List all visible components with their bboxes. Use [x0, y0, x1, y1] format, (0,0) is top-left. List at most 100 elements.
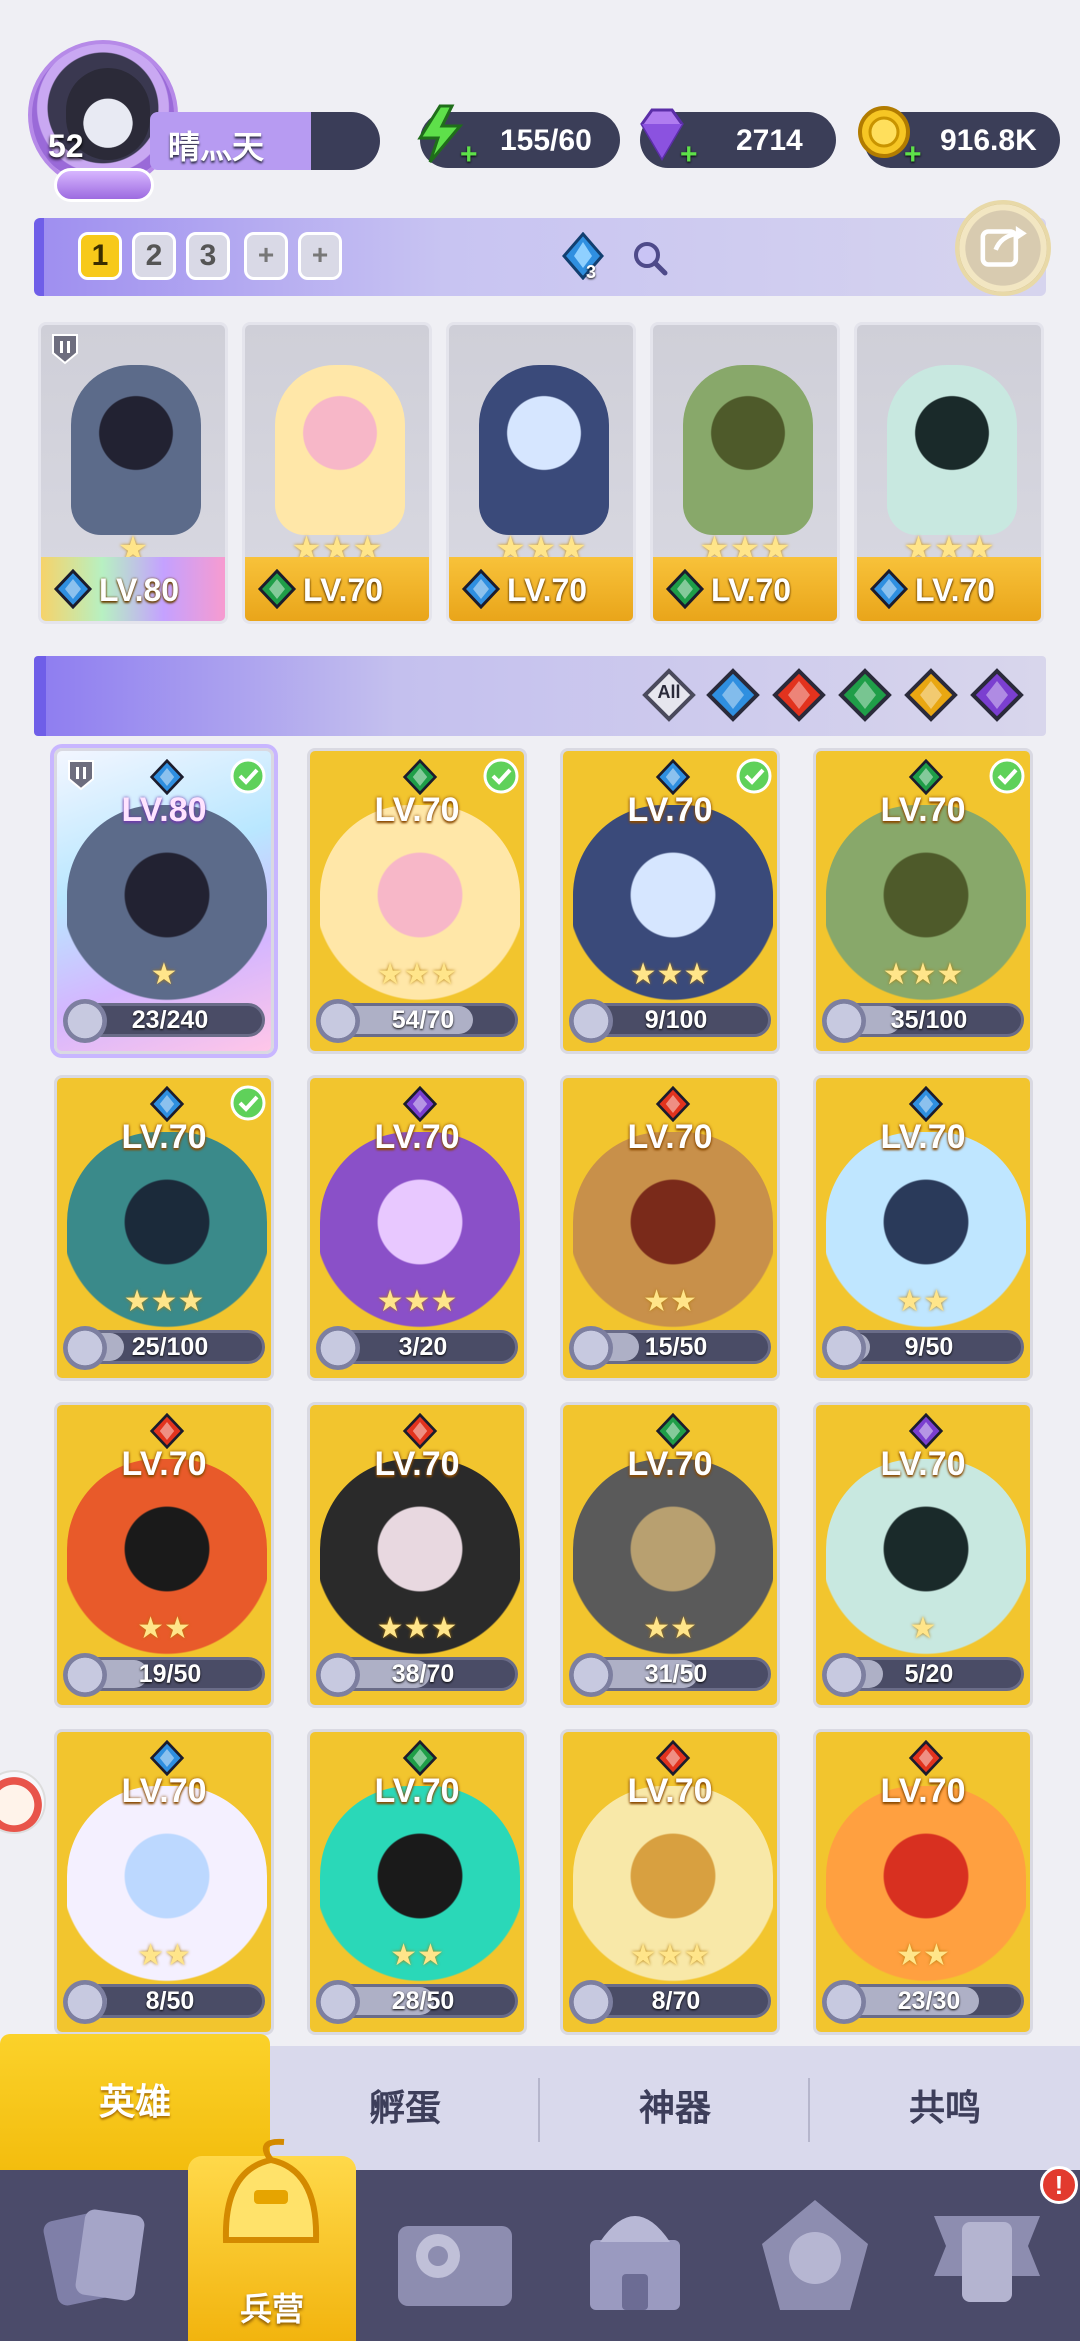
- team-slot[interactable]: ★★★ LV.70: [242, 322, 432, 624]
- hero-card[interactable]: LV.70 ★★ 19/50: [54, 1402, 274, 1708]
- hero-card[interactable]: LV.70 ★★ 15/50: [560, 1075, 780, 1381]
- cards-icon: [43, 2209, 145, 2306]
- team-tab-1[interactable]: 1: [78, 232, 122, 280]
- water-element-icon: [908, 1085, 944, 1123]
- add-energy-icon[interactable]: +: [460, 138, 478, 172]
- hero-card[interactable]: LV.70 ★★★ 35/100: [813, 748, 1033, 1054]
- hero-card[interactable]: LV.70 ★★ 9/50: [813, 1075, 1033, 1381]
- hero-level: LV.70: [374, 1772, 460, 1810]
- hero-card[interactable]: LV.70 ★★ 8/50: [54, 1729, 274, 2035]
- fire-element-icon: [402, 1412, 438, 1450]
- team-tab-2[interactable]: 2: [132, 232, 176, 280]
- add-gold-icon[interactable]: +: [904, 138, 922, 172]
- share-button[interactable]: [955, 200, 1051, 296]
- hero-card[interactable]: LV.80 ★ 23/240: [54, 748, 274, 1054]
- hero-shard-icon: [316, 999, 360, 1043]
- team-slot[interactable]: ★★★ LV.70: [854, 322, 1044, 624]
- team-tab-add-1[interactable]: +: [244, 232, 288, 280]
- hero-card[interactable]: LV.70 ★★★ 9/100: [560, 748, 780, 1054]
- hero-card[interactable]: LV.70 ★★★ 54/70: [307, 748, 527, 1054]
- filter-water[interactable]: [706, 668, 760, 722]
- checkmark-icon: [230, 1085, 266, 1121]
- star-rating: ★★: [896, 1939, 950, 1972]
- star-rating: ★★: [643, 1612, 697, 1645]
- team-tab-3[interactable]: 3: [186, 232, 230, 280]
- hero-level: LV.70: [627, 791, 713, 829]
- team-slot[interactable]: ★★★ LV.70: [650, 322, 840, 624]
- filter-fire[interactable]: [772, 668, 826, 722]
- team-slot[interactable]: ★ LV.80: [38, 322, 228, 624]
- hero-card[interactable]: LV.70 ★★★ 38/70: [307, 1402, 527, 1708]
- hero-card[interactable]: LV.70 ★★ 31/50: [560, 1402, 780, 1708]
- star-rating: ★★★: [629, 1939, 711, 1972]
- team-slot[interactable]: ★★★ LV.70: [446, 322, 636, 624]
- element-filter-bar: [34, 656, 1046, 736]
- gem-counter[interactable]: + 2714: [640, 108, 836, 171]
- team-tab-add-2[interactable]: +: [298, 232, 342, 280]
- filter-nature[interactable]: [838, 668, 892, 722]
- gold-counter[interactable]: + 916.8K: [858, 106, 1060, 171]
- hero-card[interactable]: LV.70 ★ 5/20: [813, 1402, 1033, 1708]
- hero-level: LV.70: [880, 791, 966, 829]
- water-gem-icon[interactable]: [560, 232, 606, 280]
- checkmark-icon: [483, 758, 519, 794]
- energy-counter[interactable]: + 155/60: [417, 104, 620, 171]
- hero-shard-icon: [316, 1980, 360, 2024]
- nav-castle[interactable]: [560, 2186, 710, 2326]
- hero-portrait: [275, 365, 405, 535]
- hero-level: LV.70: [121, 1772, 207, 1810]
- hero-level: LV.70: [374, 791, 460, 829]
- nature-element-icon: [655, 1412, 691, 1450]
- star-rating: ★★: [137, 1612, 191, 1645]
- nature-element-icon: [665, 568, 705, 610]
- hero-portrait: [479, 365, 609, 535]
- search-icon[interactable]: [630, 238, 670, 278]
- star-rating: ★★★: [123, 1285, 205, 1318]
- filter-dark[interactable]: [970, 668, 1024, 722]
- light-element-icon: [904, 668, 958, 722]
- nav-summon[interactable]: [740, 2186, 890, 2326]
- tier-badge-icon: [52, 334, 78, 365]
- star-rating: ★★: [390, 1939, 444, 1972]
- hero-level: LV.70: [303, 572, 384, 608]
- checkmark-icon: [736, 758, 772, 794]
- hero-card[interactable]: LV.70 ★★★ 3/20: [307, 1075, 527, 1381]
- nav-cards[interactable]: [20, 2186, 170, 2326]
- hero-card[interactable]: LV.70 ★★★ 8/70: [560, 1729, 780, 2035]
- hero-level: LV.80: [121, 791, 207, 829]
- player-name: 晴灬天: [168, 129, 265, 165]
- tab-artifacts[interactable]: 神器: [540, 2046, 810, 2170]
- water-element-icon: [706, 668, 760, 722]
- hero-card[interactable]: LV.70 ★★ 28/50: [307, 1729, 527, 2035]
- nav-barracks[interactable]: [196, 2130, 346, 2270]
- hero-level: LV.70: [507, 572, 588, 608]
- tab-resonance[interactable]: 共鸣: [810, 2046, 1080, 2170]
- hero-shard-icon: [569, 1653, 613, 1697]
- gem-value: 2714: [736, 124, 803, 157]
- dark-element-icon: [402, 1085, 438, 1123]
- filter-all-button[interactable]: All: [642, 668, 696, 722]
- add-gem-icon[interactable]: +: [680, 138, 698, 172]
- top-bar: 52 晴灬天 + 155/60 + 2714 + 916.8K: [0, 0, 1080, 210]
- helper-avatar-bubble[interactable]: [0, 1770, 46, 1834]
- tier-badge-icon: [68, 760, 94, 791]
- nav-book[interactable]: [380, 2186, 530, 2326]
- hero-shard-icon: [63, 1653, 107, 1697]
- star-rating: ★: [909, 1612, 937, 1645]
- hero-portrait: [71, 365, 201, 535]
- dark-element-icon: [908, 1412, 944, 1450]
- nav-guild[interactable]: [912, 2186, 1062, 2326]
- hero-shard-icon: [822, 1980, 866, 2024]
- banner-icon: [934, 2216, 1040, 2302]
- hero-level: LV.70: [627, 1118, 713, 1156]
- hero-card[interactable]: LV.70 ★★ 23/30: [813, 1729, 1033, 2035]
- hero-card[interactable]: LV.70 ★★★ 25/100: [54, 1075, 274, 1381]
- fire-element-icon: [772, 668, 826, 722]
- checkmark-icon: [230, 758, 266, 794]
- filter-light[interactable]: [904, 668, 958, 722]
- helmet-icon: [222, 2138, 320, 2243]
- nature-element-icon: [257, 568, 297, 610]
- hero-level: LV.70: [121, 1118, 207, 1156]
- hero-shard-icon: [822, 1653, 866, 1697]
- star-rating: ★★: [643, 1285, 697, 1318]
